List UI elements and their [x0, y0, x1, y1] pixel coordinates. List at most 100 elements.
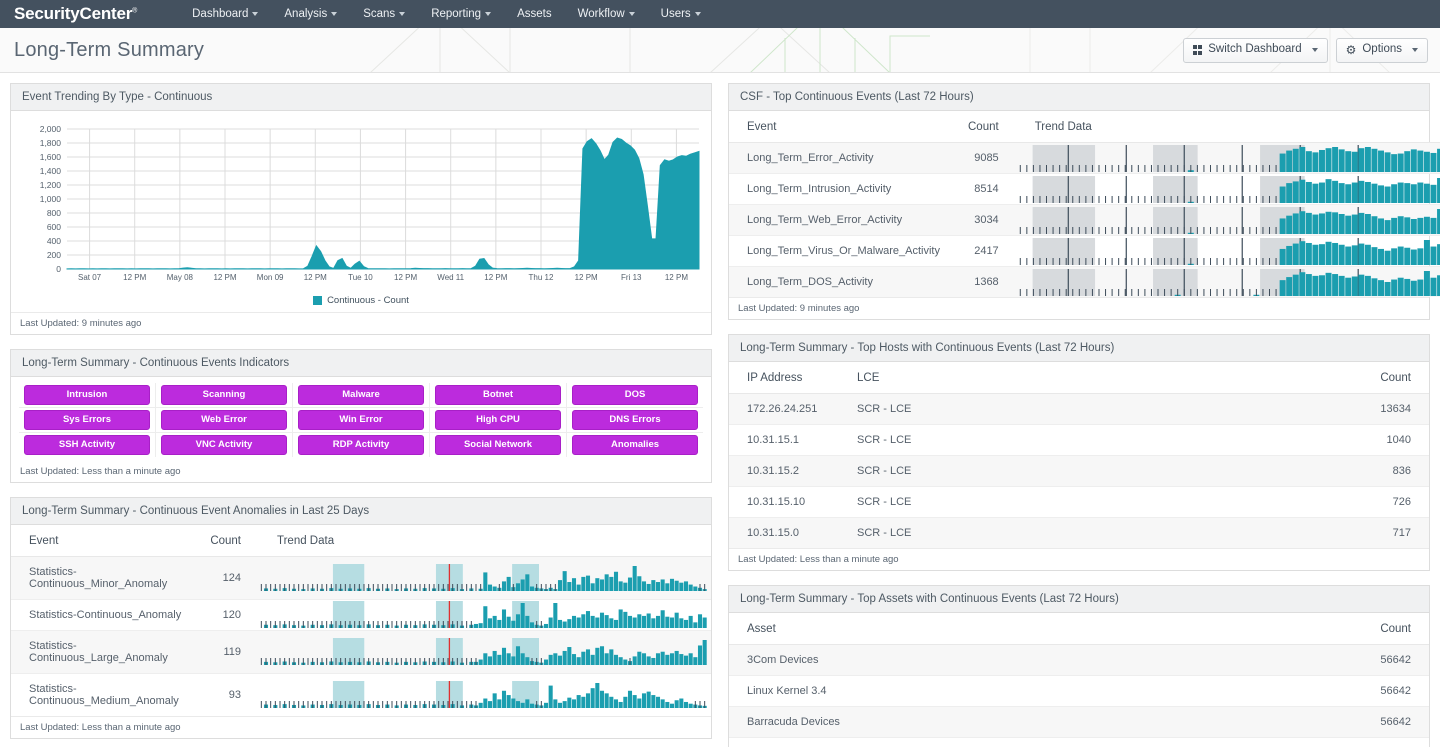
indicator-social-network[interactable]: Social Network [435, 434, 561, 455]
anomaly-event-name: Statistics-Continuous_Minor_Anomaly [11, 556, 193, 600]
column-header-trend-data[interactable]: Trend Data [259, 524, 711, 557]
indicator-vnc-activity[interactable]: VNC Activity [161, 434, 287, 455]
column-header-event[interactable]: Event [729, 111, 950, 143]
table-row[interactable]: 172.26.24.251 SCR - LCE 13634 [729, 393, 1429, 425]
indicator-sys-errors[interactable]: Sys Errors [24, 409, 150, 430]
trend-sparkline[interactable] [1017, 237, 1440, 265]
table-row[interactable]: Statistics-Continuous_Medium_Anomaly 93 [11, 673, 711, 716]
panel-title-csf-events: CSF - Top Continuous Events (Last 72 Hou… [729, 84, 1429, 111]
switch-dashboard-button[interactable]: Switch Dashboard [1182, 37, 1328, 63]
svg-text:0: 0 [56, 264, 61, 274]
indicator-anomalies[interactable]: Anomalies [572, 434, 698, 455]
table-row[interactable]: 10.31.15.0 SCR - LCE 717 [729, 517, 1429, 548]
csf-trend-cell [1016, 235, 1440, 267]
app-logo[interactable]: SecurityCenter® [14, 4, 137, 24]
indicator-dos[interactable]: DOS [572, 385, 698, 405]
indicator-cell: Sys Errors [19, 406, 156, 432]
table-row[interactable]: Barracuda Devices 56642 [729, 706, 1429, 738]
nav-item-dashboard[interactable]: Dashboard [179, 2, 271, 26]
table-row[interactable]: Long_Term_Web_Error_Activity 3034 [729, 204, 1440, 236]
table-row[interactable]: 3Com Devices 56642 [729, 644, 1429, 676]
indicator-scanning[interactable]: Scanning [161, 385, 287, 405]
host-ip-address: 172.26.24.251 [729, 393, 839, 425]
indicator-high-cpu[interactable]: High CPU [435, 409, 561, 430]
indicator-grid: Intrusion Scanning Malware Botnet DOS Sys Err… [11, 377, 711, 461]
nav-item-assets[interactable]: Assets [504, 2, 565, 26]
svg-text:800: 800 [47, 208, 61, 218]
table-row[interactable]: Long_Term_Virus_Or_Malware_Activity 2417 [729, 235, 1440, 267]
nav-label-scans: Scans [363, 8, 396, 20]
indicator-rdp-activity[interactable]: RDP Activity [298, 434, 424, 455]
indicator-cell: Malware [293, 383, 430, 407]
trend-sparkline[interactable] [1017, 175, 1440, 203]
table-row[interactable]: Linux Kernel 3.4 56642 [729, 675, 1429, 707]
table-row[interactable]: SonicWALL VPN Technology56642 [729, 737, 1429, 747]
trend-sparkline[interactable] [1017, 268, 1440, 296]
table-row[interactable]: 10.31.15.10 SCR - LCE 726 [729, 486, 1429, 518]
nav-item-workflow[interactable]: Workflow [565, 2, 648, 26]
host-ip-address: 10.31.15.1 [729, 424, 839, 456]
trend-sparkline[interactable] [259, 601, 707, 629]
event-trending-area-chart[interactable]: 0 200 400 600 800 1,000 1,200 1,400 1,600 1,800 2,… [19, 121, 705, 291]
indicator-cell: DOS [567, 383, 703, 407]
anomaly-count: 120 [192, 599, 259, 631]
svg-text:12 PM: 12 PM [665, 273, 688, 282]
area-chart-container: 0 200 400 600 800 1,000 1,200 1,400 1,600 1,800 2,… [11, 111, 711, 293]
csf-event-name: Long_Term_Intrusion_Activity [729, 173, 950, 205]
table-row[interactable]: Statistics-Continuous_Anomaly 120 [11, 599, 711, 631]
indicator-botnet[interactable]: Botnet [435, 385, 561, 405]
svg-text:Wed 11: Wed 11 [437, 273, 464, 282]
column-header-asset[interactable]: Asset [729, 613, 1339, 645]
table-row[interactable]: Statistics-Continuous_Large_Anomaly 119 [11, 630, 711, 674]
trend-sparkline[interactable] [259, 564, 707, 592]
csf-count: 2417 [950, 235, 1017, 267]
anomaly-trend-cell [259, 556, 711, 600]
asset-count: 56642 [1339, 675, 1429, 707]
column-header-count[interactable]: Count [1339, 613, 1429, 645]
indicator-intrusion[interactable]: Intrusion [24, 385, 150, 405]
table-row[interactable]: Long_Term_DOS_Activity 1368 [729, 266, 1440, 297]
column-header-trend-data[interactable]: Trend Data [1016, 111, 1440, 143]
table-row[interactable]: Long_Term_Error_Activity 9085 [729, 142, 1440, 174]
nav-item-reporting[interactable]: Reporting [418, 2, 504, 26]
indicator-malware[interactable]: Malware [298, 385, 424, 405]
host-count: 726 [1339, 486, 1429, 518]
indicator-cell: Anomalies [567, 431, 703, 457]
last-updated-anomalies: Last Updated: Less than a minute ago [11, 715, 711, 738]
trend-sparkline[interactable] [259, 638, 707, 666]
table-row[interactable]: 10.31.15.1 SCR - LCE 1040 [729, 424, 1429, 456]
trend-sparkline[interactable] [259, 681, 707, 709]
nav-item-users[interactable]: Users [648, 2, 714, 26]
column-header-lce[interactable]: LCE [839, 362, 1339, 394]
csf-event-name: Long_Term_DOS_Activity [747, 276, 873, 288]
indicator-cell: Scanning [156, 383, 293, 407]
column-header-count[interactable]: Count [1339, 362, 1429, 394]
nav-item-analysis[interactable]: Analysis [271, 2, 350, 26]
chevron-down-icon [485, 11, 492, 16]
svg-text:12 PM: 12 PM [575, 273, 598, 282]
table-header-row: Asset Count [729, 613, 1429, 645]
table-row[interactable]: Long_Term_Intrusion_Activity 8514 [729, 173, 1440, 205]
indicator-ssh-activity[interactable]: SSH Activity [24, 434, 150, 455]
column-header-count[interactable]: Count [950, 111, 1017, 143]
csf-count: 1368 [974, 276, 999, 288]
nav-label-dashboard: Dashboard [192, 8, 249, 20]
indicator-win-error[interactable]: Win Error [298, 409, 424, 430]
trend-sparkline[interactable] [1017, 144, 1440, 172]
table-row[interactable]: 10.31.15.2 SCR - LCE 836 [729, 455, 1429, 487]
chevron-down-icon [1412, 48, 1418, 52]
csf-event-name: Long_Term_Error_Activity [729, 142, 950, 174]
options-button[interactable]: ⚙ Options [1335, 37, 1428, 63]
table-row[interactable]: Statistics-Continuous_Minor_Anomaly 124 [11, 556, 711, 600]
trend-sparkline[interactable] [1017, 206, 1440, 234]
indicator-cell: Social Network [430, 431, 567, 457]
indicator-dns-errors[interactable]: DNS Errors [572, 409, 698, 430]
svg-text:200: 200 [47, 250, 61, 260]
nav-item-scans[interactable]: Scans [350, 2, 418, 26]
column-header-event[interactable]: Event [11, 524, 193, 557]
indicator-web-error[interactable]: Web Error [161, 409, 287, 430]
column-header-count[interactable]: Count [192, 524, 259, 557]
column-header-ip-address[interactable]: IP Address [729, 362, 839, 394]
svg-text:12 PM: 12 PM [213, 273, 236, 282]
host-ip-address: 10.31.15.0 [747, 527, 799, 539]
